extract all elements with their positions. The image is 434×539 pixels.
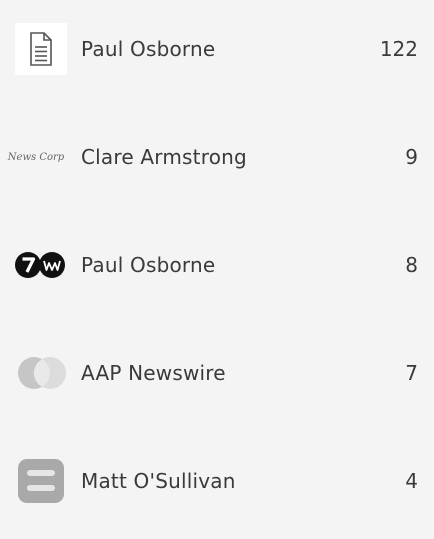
article-count: 9 [405, 145, 418, 169]
aap-logo [14, 346, 68, 400]
author-list: Paul Osborne 122 News Corp Clare Armstro… [0, 0, 434, 539]
list-item[interactable]: News Corp Clare Armstrong 9 [0, 117, 434, 197]
article-count: 122 [379, 37, 418, 61]
list-item[interactable]: Paul Osborne 8 [0, 225, 434, 305]
document-icon [14, 22, 68, 76]
seven-west-media-logo [14, 238, 68, 292]
newscorp-logo-text: News Corp [7, 151, 65, 163]
newscorp-logo: News Corp [8, 130, 68, 184]
author-name: Matt O'Sullivan [81, 469, 236, 493]
article-count: 8 [405, 253, 418, 277]
list-item[interactable]: Matt O'Sullivan 4 [0, 441, 434, 521]
grey-tile-logo [14, 454, 68, 508]
article-count: 7 [405, 361, 418, 385]
article-count: 4 [405, 469, 418, 493]
author-name: Clare Armstrong [81, 145, 247, 169]
author-name: Paul Osborne [81, 37, 216, 61]
author-name: AAP Newswire [81, 361, 226, 385]
author-name: Paul Osborne [81, 253, 216, 277]
list-item[interactable]: AAP Newswire 7 [0, 333, 434, 413]
list-item[interactable]: Paul Osborne 122 [0, 9, 434, 89]
